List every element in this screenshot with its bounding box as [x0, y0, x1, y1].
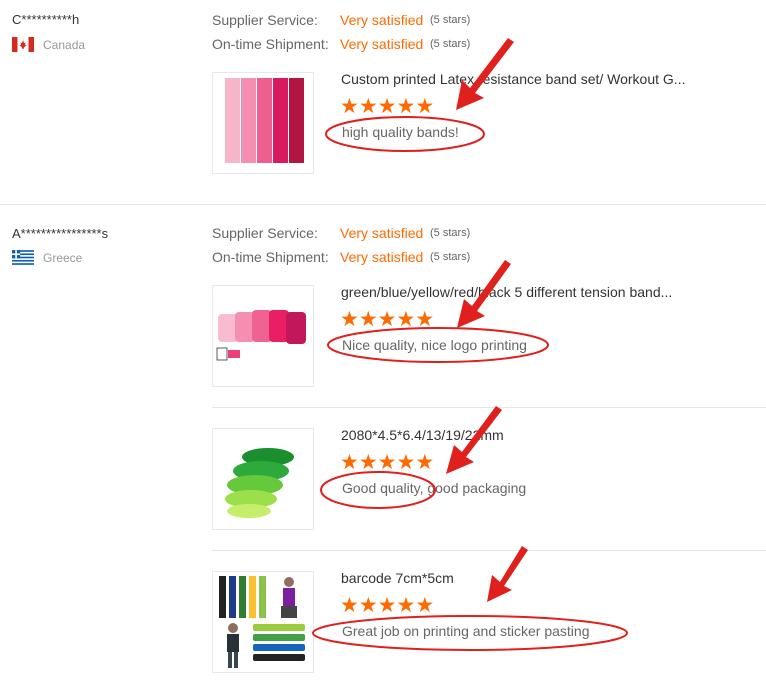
review-comment: Great job on printing and sticker pastin…	[342, 623, 590, 639]
star-icon: ★	[358, 594, 378, 617]
product-thumbnail[interactable]	[212, 285, 314, 387]
star-icon: ★	[377, 308, 397, 331]
product-title[interactable]: green/blue/yellow/red/black 5 different …	[341, 284, 672, 300]
shipment-stars: (5 stars)	[430, 251, 471, 263]
shipment-label: On-time Shipment:	[212, 36, 329, 52]
star-icon: ★	[340, 594, 359, 617]
supplier-service-value: Very satisfied	[340, 12, 424, 28]
product-thumbnail[interactable]	[212, 72, 314, 174]
review-comment: high quality bands!	[342, 124, 459, 140]
star-icon: ★	[396, 95, 416, 118]
star-icon: ★	[377, 594, 397, 617]
star-icon: ★	[396, 451, 416, 474]
star-icon: ★	[340, 451, 359, 474]
review-divider	[0, 204, 766, 205]
star-icon: ★	[396, 594, 416, 617]
star-icon: ★	[415, 594, 435, 617]
star-icon: ★	[396, 308, 416, 331]
barcode-band-image	[219, 576, 305, 668]
buyer-country: Greece	[43, 251, 83, 265]
star-icon: ★	[415, 308, 435, 331]
product-rating: ★★★★★	[340, 96, 434, 117]
shipment-label: On-time Shipment:	[212, 249, 329, 265]
star-icon: ★	[358, 95, 378, 118]
greece-flag-icon	[12, 250, 34, 265]
star-icon: ★	[358, 451, 378, 474]
buyer-name: C**********h	[12, 12, 80, 27]
product-title[interactable]: Custom printed Latex resistance band set…	[341, 71, 685, 87]
product-rating: ★★★★★	[340, 452, 434, 473]
product-divider	[212, 550, 766, 551]
star-icon: ★	[415, 451, 435, 474]
supplier-service-label: Supplier Service:	[212, 12, 318, 28]
shipment-value: Very satisfied	[340, 36, 424, 52]
product-title[interactable]: 2080*4.5*6.4/13/19/22mm	[341, 427, 504, 443]
supplier-service-value: Very satisfied	[340, 225, 424, 241]
star-icon: ★	[340, 308, 359, 331]
loop-band-image	[225, 448, 294, 518]
supplier-service-stars: (5 stars)	[430, 227, 471, 239]
star-icon: ★	[377, 95, 397, 118]
product-thumbnail[interactable]	[212, 571, 314, 673]
resistance-band-set-image	[225, 78, 304, 163]
canada-flag-icon	[12, 37, 34, 52]
star-icon: ★	[358, 308, 378, 331]
product-divider	[212, 407, 766, 408]
supplier-service-stars: (5 stars)	[430, 14, 471, 26]
shipment-value: Very satisfied	[340, 249, 424, 265]
buyer-name: A****************s	[12, 226, 109, 241]
product-thumbnail[interactable]	[212, 428, 314, 530]
buyer-country: Canada	[43, 38, 86, 52]
product-rating: ★★★★★	[340, 595, 434, 616]
review-comment: Good quality, good packaging	[342, 480, 527, 496]
star-icon: ★	[377, 451, 397, 474]
star-icon: ★	[415, 95, 435, 118]
shipment-stars: (5 stars)	[430, 38, 471, 50]
tension-band-image	[216, 310, 306, 361]
product-rating: ★★★★★	[340, 309, 434, 330]
star-icon: ★	[340, 95, 359, 118]
product-title[interactable]: barcode 7cm*5cm	[341, 570, 454, 586]
supplier-service-label: Supplier Service:	[212, 225, 318, 241]
review-comment: Nice quality, nice logo printing	[342, 337, 527, 353]
annotation-arrow	[487, 546, 528, 602]
